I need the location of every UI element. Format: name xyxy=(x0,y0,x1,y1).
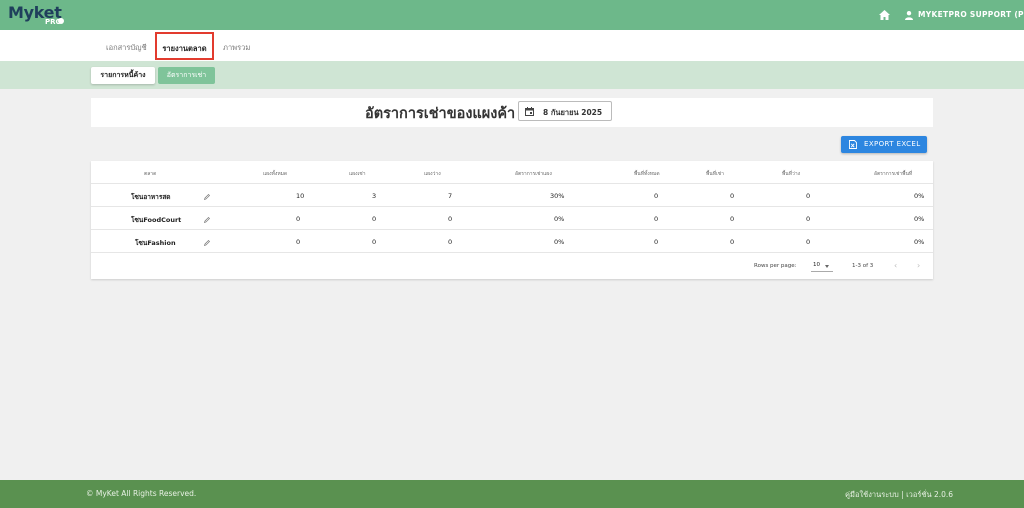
header-area-rental-rate: อัตราการเช่าพื้นที่ xyxy=(874,171,913,177)
cell-vacant-area: 0 xyxy=(806,192,811,200)
cell-rented-stalls: 0 xyxy=(372,238,377,246)
subtab-rental-rate[interactable]: อัตราการเช่า xyxy=(158,67,215,84)
dropdown-arrow-icon xyxy=(825,265,829,268)
header-rented-area: พื้นที่เช่า xyxy=(706,171,724,177)
top-bar: Myket PRO MYKETPRO SUPPORT (P) xyxy=(0,0,1024,30)
excel-file-icon xyxy=(849,140,857,149)
home-icon[interactable] xyxy=(879,10,890,20)
calendar-icon xyxy=(525,107,534,116)
header-rented-stalls: แผงเช่า xyxy=(349,171,366,177)
cell-rented-area: 0 xyxy=(730,238,735,246)
prev-page-icon[interactable]: ‹ xyxy=(894,262,902,270)
user-icon[interactable] xyxy=(905,11,913,20)
edit-icon[interactable] xyxy=(204,194,210,200)
export-excel-label: EXPORT EXCEL xyxy=(864,140,921,148)
header-total-stalls: แผงทั้งหมด xyxy=(263,171,288,177)
user-menu-label[interactable]: MYKETPRO SUPPORT (P) xyxy=(918,10,1024,19)
pagination-range: 1-3 of 3 xyxy=(852,263,874,269)
table-row: โซนFoodCourt 0 0 0 0% 0 0 0 0% xyxy=(91,206,933,228)
tab-accounting-docs[interactable]: เอกสารบัญชี xyxy=(106,42,147,54)
edit-icon[interactable] xyxy=(204,240,210,246)
tab-market-report-label: รายงานตลาด xyxy=(162,44,207,53)
cell-stall-rental-rate: 0% xyxy=(554,238,565,246)
cell-market: โซนFashion xyxy=(135,239,176,247)
header-vacant-stalls: แผงว่าง xyxy=(424,171,441,177)
cell-rented-stalls: 0 xyxy=(372,215,377,223)
export-excel-button[interactable]: EXPORT EXCEL xyxy=(841,136,927,153)
rows-per-page-value: 10 xyxy=(813,262,820,268)
table-pagination: Rows per page: 10 1-3 of 3 ‹ › xyxy=(91,252,933,279)
cell-area-rental-rate: 0% xyxy=(914,215,925,223)
cell-area-rental-rate: 0% xyxy=(914,192,925,200)
manual-version-link[interactable]: คู่มือใช้งานระบบ | เวอร์ชั่น 2.0.6 xyxy=(845,489,953,501)
cell-area-rental-rate: 0% xyxy=(914,238,925,246)
cell-vacant-stalls: 7 xyxy=(448,192,453,200)
tab-market-report[interactable]: รายงานตลาด xyxy=(155,32,214,60)
main-tab-bar: เอกสารบัญชี รายงานตลาด ภาพรวม xyxy=(0,30,1024,61)
header-market: ตลาด xyxy=(144,171,157,177)
cell-total-stalls: 0 xyxy=(296,215,301,223)
sub-tab-bar: รายการหนี้ค้าง อัตราการเช่า xyxy=(0,61,1024,89)
cell-total-stalls: 0 xyxy=(296,238,301,246)
cell-vacant-stalls: 0 xyxy=(448,215,453,223)
table-row: โซนFashion 0 0 0 0% 0 0 0 0% xyxy=(91,229,933,251)
cell-rented-area: 0 xyxy=(730,215,735,223)
table-row: โซนอาหารสด 10 3 7 30% 0 0 0 0% xyxy=(91,183,933,205)
header-vacant-area: พื้นที่ว่าง xyxy=(782,171,801,177)
cell-vacant-area: 0 xyxy=(806,238,811,246)
next-page-icon[interactable]: › xyxy=(917,262,925,270)
cell-vacant-stalls: 0 xyxy=(448,238,453,246)
cell-total-stalls: 10 xyxy=(296,192,305,200)
date-value: 8 กันยายน 2025 xyxy=(543,108,603,117)
cell-total-area: 0 xyxy=(654,192,659,200)
rows-per-page-label: Rows per page: xyxy=(754,263,797,269)
page-title: อัตราการเช่าของแผงค้า xyxy=(365,106,516,122)
title-card: อัตราการเช่าของแผงค้า 8 กันยายน 2025 xyxy=(91,98,933,127)
cell-vacant-area: 0 xyxy=(806,215,811,223)
cell-rented-area: 0 xyxy=(730,192,735,200)
edit-icon[interactable] xyxy=(204,217,210,223)
header-stall-rental-rate: อัตราการเช่าแผง xyxy=(515,171,552,177)
subtab-outstanding-debts[interactable]: รายการหนี้ค้าง xyxy=(91,67,155,84)
cell-total-area: 0 xyxy=(654,215,659,223)
cell-total-area: 0 xyxy=(654,238,659,246)
rows-per-page-select[interactable]: 10 xyxy=(811,260,833,272)
logo-dot xyxy=(58,18,64,24)
rental-rate-table: ตลาด แผงทั้งหมด แผงเช่า แผงว่าง อัตราการ… xyxy=(91,161,933,279)
cell-rented-stalls: 3 xyxy=(372,192,377,200)
cell-market: โซนอาหารสด xyxy=(131,193,171,201)
footer: © MyKet All Rights Reserved. คู่มือใช้งา… xyxy=(0,480,1024,508)
tab-overview[interactable]: ภาพรวม xyxy=(223,42,250,54)
cell-market: โซนFoodCourt xyxy=(131,216,182,224)
copyright-text: © MyKet All Rights Reserved. xyxy=(86,489,197,498)
date-picker[interactable]: 8 กันยายน 2025 xyxy=(518,101,612,121)
header-total-area: พื้นที่ทั้งหมด xyxy=(634,171,660,177)
cell-stall-rental-rate: 0% xyxy=(554,215,565,223)
cell-stall-rental-rate: 30% xyxy=(550,192,565,200)
